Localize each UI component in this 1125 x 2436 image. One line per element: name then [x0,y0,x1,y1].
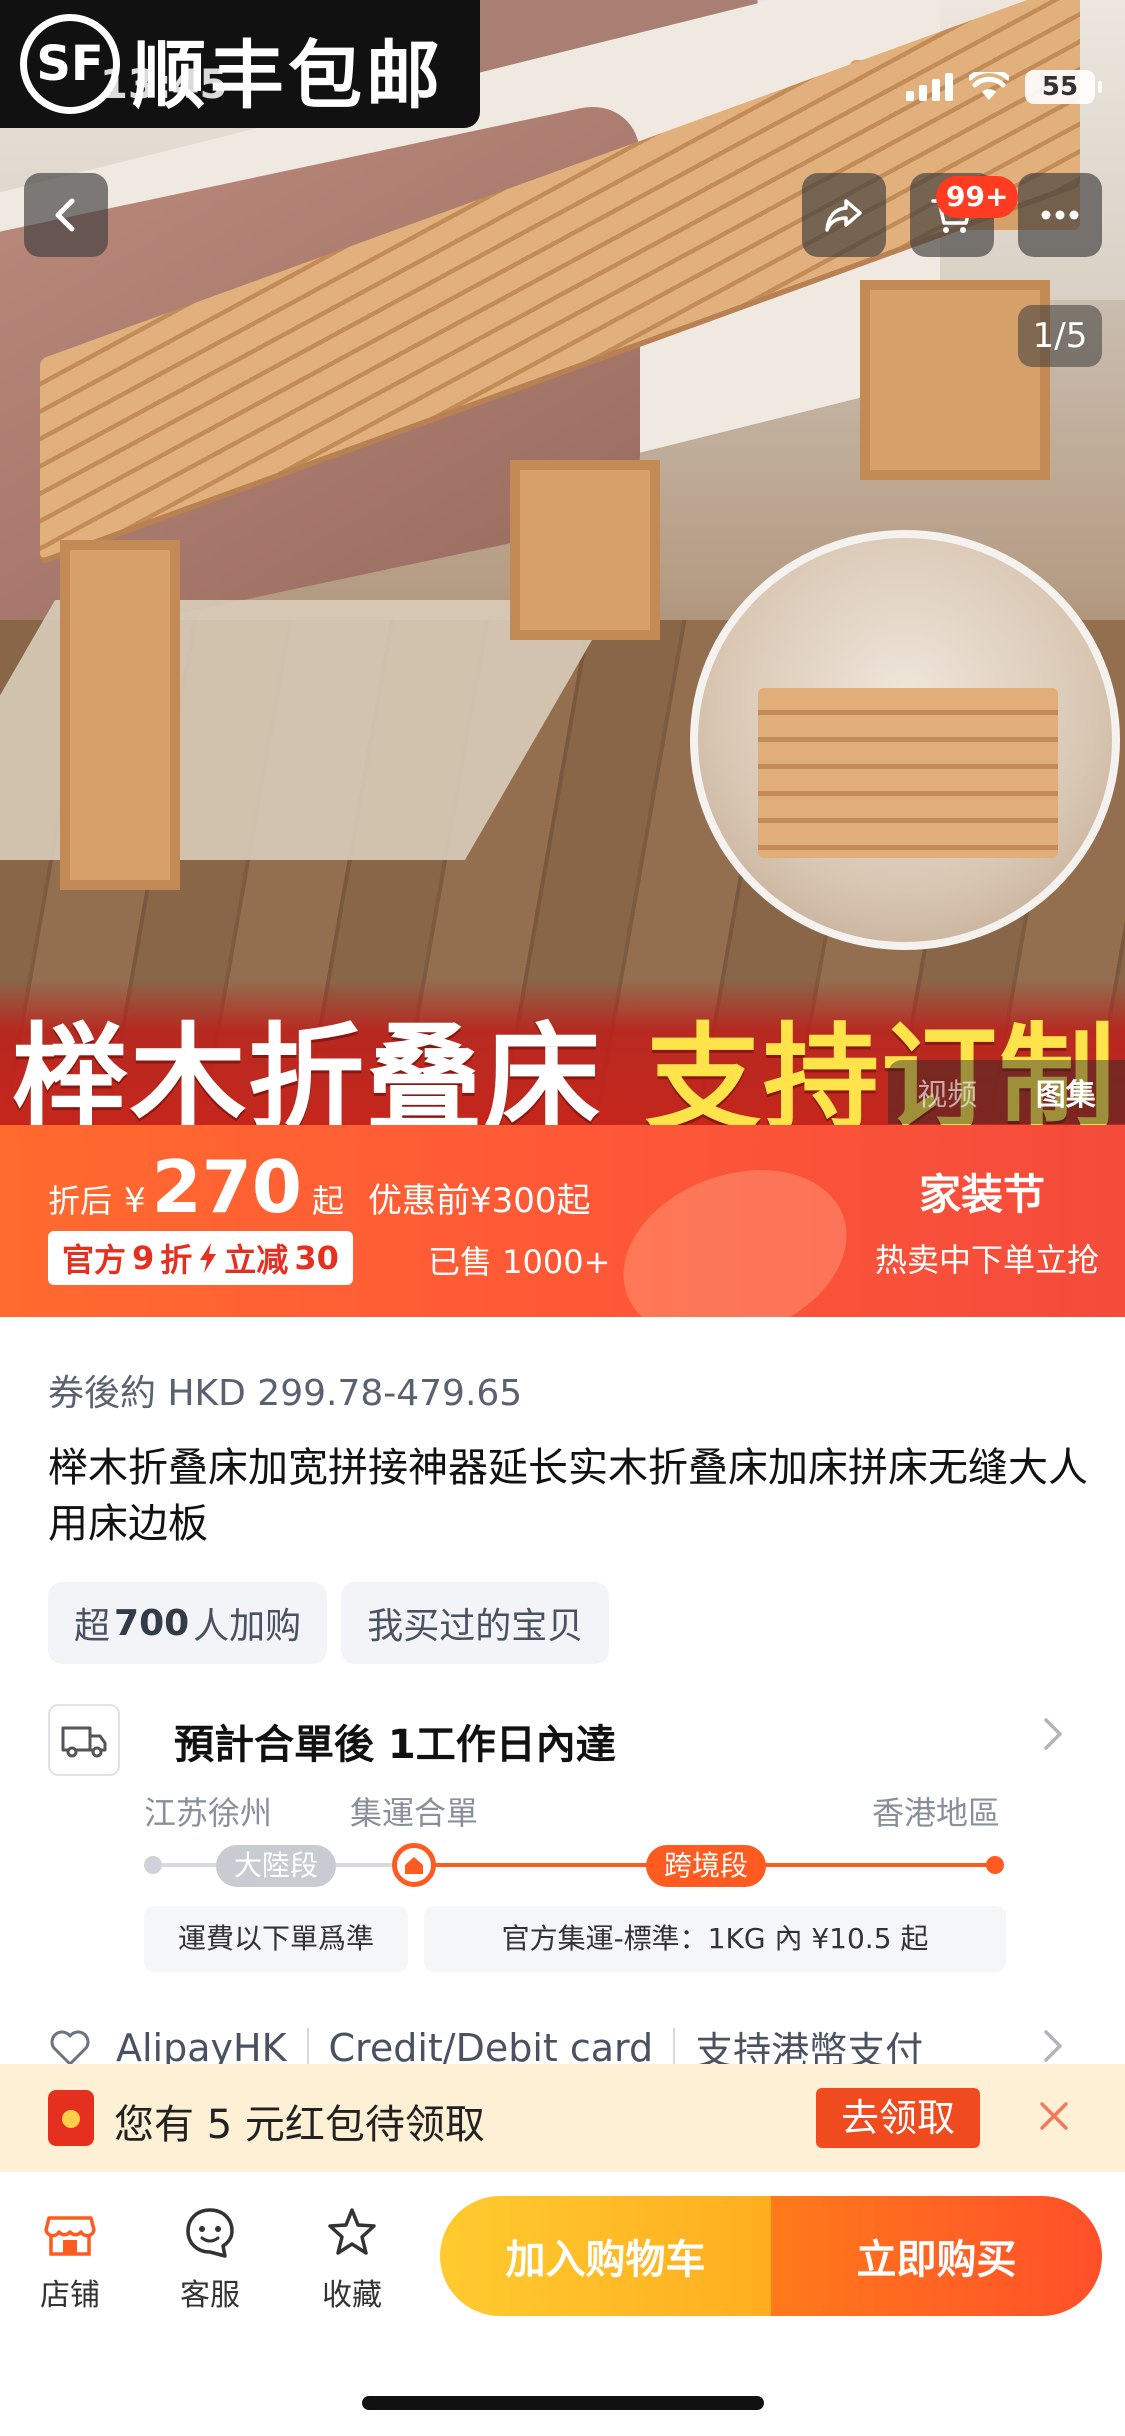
tag-add-to-cart-count[interactable]: 超 700 人加购 [48,1582,328,1664]
promo-cut-amount: 30 [294,1239,339,1277]
currency-symbol: ¥ [124,1181,146,1221]
red-packet-icon [48,2090,94,2146]
route-hub: 集運合單 [350,1794,479,1832]
route-destination: 香港地區 [872,1794,1001,1832]
route-origin: 江苏徐州 [144,1794,273,1832]
promo-discount-unit: 折 [160,1241,193,1279]
banner-title: 榉木折叠床 [12,1012,602,1125]
warehouse-home-icon [392,1843,436,1887]
truck-icon [48,1704,120,1776]
sold-count: 已售 1000+ [428,1243,611,1281]
red-packet-text: 您有 5 元红包待领取 [114,2102,485,2148]
signal-icon [906,73,953,101]
service-label: 客服 [180,2278,240,2313]
more-dots-icon [1041,210,1079,220]
bench-leg [510,460,660,640]
purchase-buttons: 加入购物车 立即购买 [440,2196,1102,2316]
media-tabs: 视频 图集 [888,1060,1125,1124]
back-button[interactable] [24,173,108,257]
shop-label: 店铺 [40,2278,100,2313]
product-title: 榉木折叠床加宽拼接神器延长实木折叠床加床拼床无缝大人用床边板 [48,1445,1088,1547]
cart-count-badge: 99+ [936,176,1019,218]
share-icon [825,199,862,232]
lightning-icon [200,1243,217,1273]
battery-icon: 55 [1025,70,1102,104]
close-icon[interactable] [1034,2096,1074,2136]
promo-official: 官方 [62,1241,127,1279]
image-page-counter: 1/5 [1018,305,1102,367]
decor-chair-shape [599,1140,871,1317]
route-end-dot [986,1856,1004,1874]
bench-leg [60,540,180,890]
status-indicators: 55 [906,62,1102,112]
tag-bought-before[interactable]: 我买过的宝贝 [341,1582,610,1664]
folded-bed-inset [690,530,1120,950]
segment-cross-border: 跨境段 [646,1845,767,1887]
product-tags: 超 700 人加购 我买过的宝贝 [48,1582,610,1664]
sf-free-shipping-badge: SF 顺丰包邮 [0,0,480,128]
price-prefix: 折后 [48,1182,113,1220]
chat-face-icon [186,2208,234,2258]
product-image-carousel[interactable]: 榉木折叠床 支持订制 [0,0,1125,1125]
delivery-estimate[interactable]: 預計合單後 1工作日內達 [174,1712,616,1770]
price-suffix: 起 [311,1182,344,1220]
segment-mainland: 大陸段 [216,1845,337,1887]
tab-video[interactable]: 视频 [917,1070,977,1114]
chevron-right-icon[interactable] [1038,1712,1068,1756]
tag1-prefix: 超 [74,1606,111,1647]
price-amount: 270 [151,1145,302,1229]
add-to-cart-button[interactable]: 加入购物车 [440,2196,771,2316]
promo-badge: 官方 9 折 立减 30 [48,1231,353,1285]
shop-button[interactable]: 店铺 [20,2204,120,2314]
favorite-label: 收藏 [322,2278,382,2313]
buy-now-button[interactable]: 立即购买 [771,2196,1102,2316]
red-packet-banner: 您有 5 元红包待领取 去领取 [0,2064,1125,2172]
customer-service-button[interactable]: 客服 [160,2204,260,2314]
payment-alipayhk: AlipayHK [116,2025,287,2070]
wifi-icon [967,68,1011,102]
claim-button[interactable]: 去领取 [816,2088,980,2148]
home-indicator[interactable] [362,2396,764,2410]
status-time: 13:45 [100,62,228,108]
chevron-right-icon[interactable] [1038,2024,1068,2068]
share-button[interactable] [802,173,886,257]
cross-border-shipping-note: 官方集運-標準：1KG 內 ¥10.5 起 [424,1906,1006,1972]
price-line: 折后 ¥ 270 起 优惠前¥300起 [48,1145,591,1229]
back-arrow-icon [55,198,75,232]
route-start-dot [144,1856,162,1874]
star-icon [328,2208,376,2255]
mainland-shipping-note: 運費以下單爲準 [144,1906,408,1972]
promo-cut-label: 立减 [224,1241,289,1279]
heart-icon [50,2030,90,2065]
shop-icon [44,2216,96,2256]
folded-bed [758,688,1058,858]
divider [306,2027,309,2068]
payment-card: Credit/Debit card [328,2025,654,2070]
tag1-number: 700 [114,1602,190,1644]
promo-discount-number: 9 [132,1239,155,1277]
favorite-button[interactable]: 收藏 [302,2204,402,2314]
tag1-suffix: 人加购 [193,1606,302,1647]
price-banner: 折后 ¥ 270 起 优惠前¥300起 官方 9 折 立减 30 已售 1000… [0,1125,1125,1317]
more-button[interactable] [1018,173,1102,257]
coupon-price: 券後約 HKD 299.78-479.65 [48,1373,523,1414]
price-before-discount: 优惠前¥300起 [367,1181,591,1221]
festival-title: 家装节 [918,1170,1045,1219]
divider [673,2027,676,2068]
festival-subtitle: 热卖中下单立抢 [874,1241,1099,1279]
tab-gallery[interactable]: 图集 [1036,1070,1096,1114]
